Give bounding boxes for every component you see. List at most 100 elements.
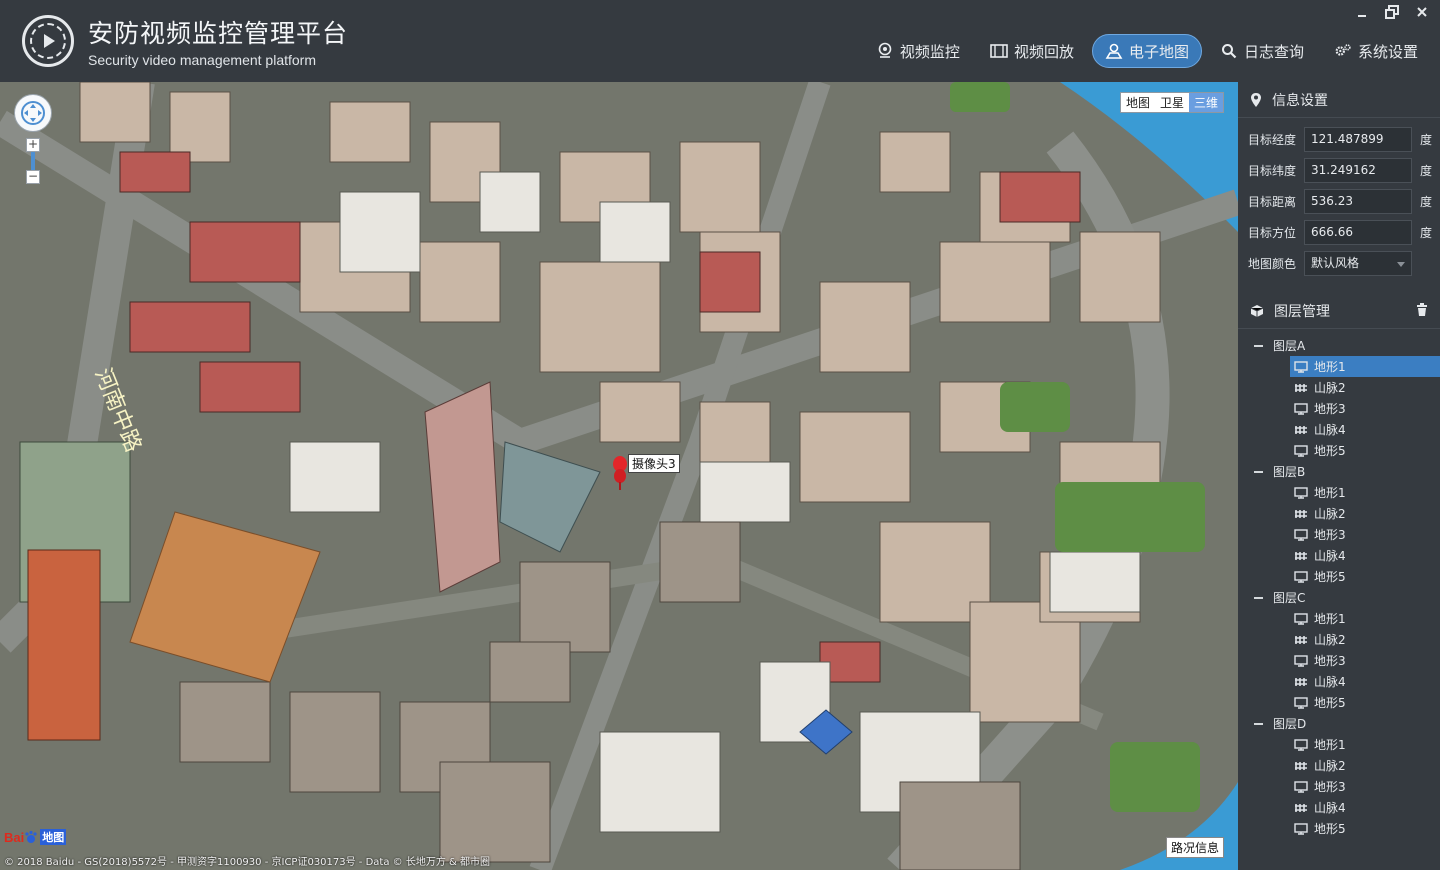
layer-tree: 图层A 地形1 山脉2 地形3 山脉4 地形5 图层B 地形1 山脉2 地形3 山脉4 地形5 图层C 地… [1238,329,1440,839]
layer-group-label: 图层C [1273,591,1306,605]
map-type-map[interactable]: 地图 [1121,93,1155,112]
form-row-longitude: 目标经度 121.487899 度 [1238,124,1440,155]
cube-icon [1250,304,1264,317]
layer-item-label: 山脉4 [1314,549,1346,563]
collapse-icon[interactable] [1254,596,1263,599]
app-header: 安防视频监控管理平台 Security video management pla… [0,0,1440,82]
nav-video-monitor[interactable]: 视频监控 [864,34,972,68]
zoom-out-button[interactable]: − [26,170,40,184]
app-title: 安防视频监控管理平台 [88,19,349,48]
traffic-info-button[interactable]: 路况信息 [1165,837,1224,858]
nav-label: 系统设置 [1357,42,1418,61]
map-color-select[interactable]: 默认风格 [1304,251,1412,276]
layer-group[interactable]: 图层C [1238,587,1440,608]
app-logo-icon [22,15,74,67]
collapse-icon[interactable] [1254,344,1263,347]
layer-item-label: 地形5 [1314,444,1346,458]
monitor-icon [1294,654,1308,667]
latitude-input[interactable]: 31.249162 [1304,158,1412,183]
layer-group[interactable]: 图层A [1238,335,1440,356]
info-form: 目标经度 121.487899 度 目标纬度 31.249162 度 目标距离 … [1238,118,1440,279]
gears-icon [1334,42,1352,60]
layer-item-label: 山脉2 [1314,633,1346,647]
layer-item[interactable]: 地形1 [1238,608,1440,629]
map-view[interactable]: 河南中路 + − 地图 卫星 三维 摄像头3 Bai 地图 © 2018 Bai… [0,82,1238,870]
layer-group-label: 图层D [1273,717,1307,731]
layer-item[interactable]: 山脉4 [1238,545,1440,566]
right-panel: 信息设置 目标经度 121.487899 度 目标纬度 31.249162 度 … [1238,82,1440,870]
layer-item[interactable]: 山脉4 [1238,419,1440,440]
map-user-icon [1105,42,1123,60]
restore-icon[interactable] [1384,4,1400,20]
distance-input[interactable]: 536.23 [1304,189,1412,214]
map-pan-control[interactable] [14,94,52,132]
monitor-icon [1294,822,1308,835]
layer-item[interactable]: 地形5 [1238,692,1440,713]
search-icon [1220,42,1238,60]
layer-item[interactable]: 山脉2 [1238,377,1440,398]
layer-item[interactable]: 地形1 [1238,734,1440,755]
layer-manager-header: 图层管理 [1238,293,1440,329]
layer-manager-title: 图层管理 [1274,303,1330,320]
layer-item[interactable]: 地形3 [1238,650,1440,671]
map-type-satellite[interactable]: 卫星 [1155,93,1189,112]
layer-item-label: 山脉4 [1314,423,1346,437]
layer-item-label: 山脉4 [1314,801,1346,815]
traffic-info-label: 路况信息 [1170,841,1219,855]
layer-item-label: 地形1 [1314,738,1346,752]
collapse-icon[interactable] [1254,722,1263,725]
zoom-in-button[interactable]: + [26,138,40,152]
layer-item[interactable]: 地形5 [1238,566,1440,587]
nav-label: 视频回放 [1013,42,1074,61]
layer-item[interactable]: 地形5 [1238,440,1440,461]
nav-label: 视频监控 [899,42,960,61]
nav-video-playback[interactable]: 视频回放 [978,34,1086,68]
baidu-map-logo: Bai 地图 [4,829,67,845]
location-pin-icon [1251,92,1261,107]
monitor-icon [1294,780,1308,793]
monitor-icon [1294,402,1308,415]
layer-item-label: 山脉2 [1314,759,1346,773]
camera-marker-icon[interactable] [612,454,628,496]
form-row-latitude: 目标纬度 31.249162 度 [1238,155,1440,186]
chevron-down-icon [1397,262,1405,267]
map-type-3d[interactable]: 三维 [1188,93,1223,112]
camera-pin-icon [876,42,894,60]
layer-item[interactable]: 山脉4 [1238,797,1440,818]
trash-icon[interactable] [1416,303,1428,321]
form-row-distance: 目标距离 536.23 度 [1238,186,1440,217]
longitude-input[interactable]: 121.487899 [1304,127,1412,152]
layer-item[interactable]: 地形1 [1238,482,1440,503]
nav-log-query[interactable]: 日志查询 [1208,34,1316,68]
nav-system-settings[interactable]: 系统设置 [1322,34,1430,68]
zoom-slider[interactable] [31,152,35,170]
layer-item-label: 山脉2 [1314,381,1346,395]
layer-item[interactable]: 地形3 [1238,398,1440,419]
layer-group[interactable]: 图层B [1238,461,1440,482]
grid-icon [1294,760,1308,772]
layer-item[interactable]: 山脉4 [1238,671,1440,692]
zoom-control: + − [26,138,40,184]
layer-item[interactable]: 地形3 [1238,776,1440,797]
paw-icon [25,830,37,843]
monitor-icon [1294,486,1308,499]
layer-item-label: 地形3 [1314,654,1346,668]
nav-electronic-map[interactable]: 电子地图 [1091,34,1202,68]
grid-icon [1294,424,1308,436]
layer-item[interactable]: 地形5 [1238,818,1440,839]
grid-icon [1294,802,1308,814]
layer-item[interactable]: 地形1 [1290,356,1440,377]
monitor-icon [1294,612,1308,625]
layer-item[interactable]: 山脉2 [1238,503,1440,524]
close-icon[interactable] [1414,4,1430,20]
layer-item[interactable]: 山脉2 [1238,755,1440,776]
layer-item-label: 地形5 [1314,570,1346,584]
layer-item[interactable]: 山脉2 [1238,629,1440,650]
bearing-input[interactable]: 666.66 [1304,220,1412,245]
collapse-icon[interactable] [1254,470,1263,473]
layer-item-label: 地形5 [1314,822,1346,836]
monitor-icon [1294,528,1308,541]
layer-group[interactable]: 图层D [1238,713,1440,734]
layer-item[interactable]: 地形3 [1238,524,1440,545]
minimize-icon[interactable] [1354,4,1370,20]
